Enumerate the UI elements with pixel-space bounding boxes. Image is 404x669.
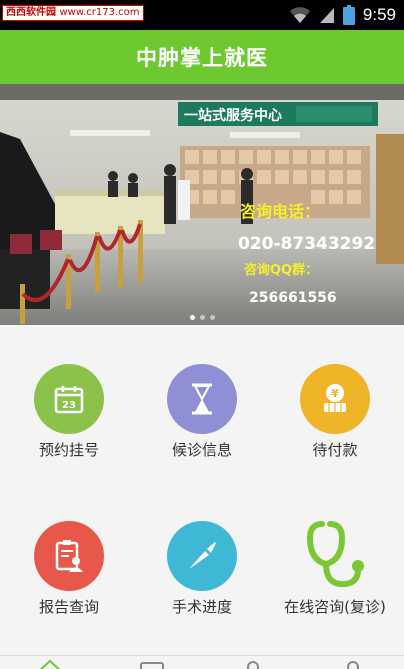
bottom-tabbar — [0, 655, 404, 669]
home-icon — [39, 659, 61, 669]
menu-report-query[interactable]: 报告查询 — [2, 482, 136, 642]
carousel-dot[interactable] — [189, 315, 195, 320]
menu-surgery-progress[interactable]: 手术进度 — [135, 482, 269, 642]
consult-phone: 020-87343292 — [238, 234, 375, 254]
tab-home[interactable] — [37, 659, 63, 669]
menu-label-surgery-progress: 手术进度 — [171, 598, 232, 616]
banner-signboard: 一站式服务中心 — [184, 107, 282, 124]
stethoscope-icon — [306, 521, 364, 588]
status-bar: 西西软件园 www.cr173.com 9:59 — [0, 0, 404, 30]
watermark: 西西软件园 www.cr173.com — [2, 5, 144, 21]
hourglass-icon — [192, 383, 212, 415]
signal-icon — [319, 8, 334, 23]
page-title: 中肿掌上就医 — [136, 46, 268, 70]
card-icon — [140, 662, 164, 669]
carousel-dot[interactable] — [199, 315, 205, 320]
carousel-dot[interactable] — [209, 315, 215, 320]
menu-label-pending-payment: 待付款 — [312, 441, 358, 459]
menu-5-circle — [300, 521, 370, 591]
calendar-icon: 23 — [54, 386, 84, 414]
title-bar: 中肿掌上就医 — [0, 30, 404, 84]
menu-label-report-query: 报告查询 — [38, 598, 99, 616]
banner-image: 一站式服务中心 咨询电话： 020-87343292 咨询QQ群： 256661… — [0, 84, 404, 325]
wifi-icon — [289, 7, 310, 23]
watermark-url: www.cr173.com — [59, 7, 140, 18]
tab-profile[interactable] — [340, 659, 366, 669]
menu-queue-info[interactable]: 候诊信息 — [135, 325, 269, 485]
qq-group-label: 咨询QQ群： — [244, 262, 318, 278]
menu-online-consult[interactable]: 在线咨询(复诊) — [268, 482, 402, 642]
report-icon — [55, 540, 83, 572]
carousel-indicator — [0, 315, 404, 320]
menu-appointment[interactable]: 23 预约挂号 — [2, 325, 136, 485]
status-icons: 9:59 — [289, 3, 396, 27]
consult-phone-label: 咨询电话： — [240, 202, 320, 221]
calendar-day: 23 — [62, 400, 76, 411]
watermark-name: 西西软件园 — [6, 7, 56, 18]
menu-3-circle — [34, 521, 104, 591]
menu-4-circle — [167, 521, 237, 591]
tab-person[interactable] — [240, 659, 266, 669]
clock: 9:59 — [362, 5, 396, 24]
qq-group: 256661556 — [249, 290, 337, 306]
menu-1-circle — [167, 364, 237, 434]
menu-label-queue-info: 候诊信息 — [171, 441, 232, 459]
person-icon — [247, 661, 259, 669]
menu-pending-payment[interactable]: ¥ 待付款 — [268, 325, 402, 485]
banner-carousel[interactable]: 一站式服务中心 咨询电话： 020-87343292 咨询QQ群： 256661… — [0, 84, 404, 325]
scalpel-icon — [189, 542, 216, 569]
menu-label-appointment: 预约挂号 — [38, 441, 99, 459]
profile-icon — [347, 661, 359, 669]
menu-grid: 23 预约挂号 候诊信息 ¥ 待付款 报告查询 手术进度 在线咨询(复诊) — [0, 325, 404, 655]
menu-label-online-consult: 在线咨询(复诊) — [284, 598, 386, 616]
menu-0-circle: 23 — [34, 364, 104, 434]
payment-icon: ¥ — [324, 384, 346, 412]
svg-text:¥: ¥ — [331, 387, 339, 400]
menu-2-circle: ¥ — [300, 364, 370, 434]
tab-card[interactable] — [139, 659, 165, 669]
battery-icon — [342, 5, 355, 25]
